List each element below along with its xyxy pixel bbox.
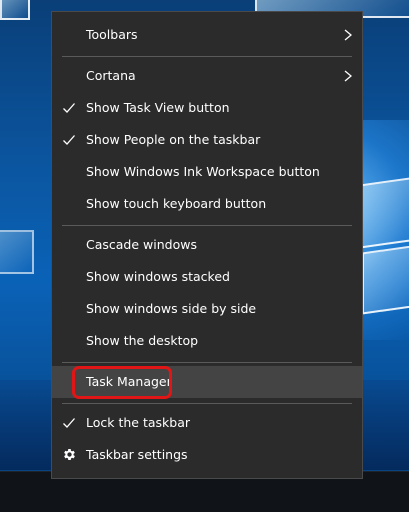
menu-item-windows-side-by-side[interactable]: Show windows side by side: [52, 293, 362, 325]
menu-item-label: Show windows side by side: [86, 301, 257, 316]
menu-item-show-task-view[interactable]: Show Task View button: [52, 92, 362, 124]
menu-item-show-touch-keyboard[interactable]: Show touch keyboard button: [52, 188, 362, 220]
menu-item-show-desktop[interactable]: Show the desktop: [52, 325, 362, 357]
task-manager-highlight: [72, 366, 172, 399]
menu-separator: [62, 362, 352, 363]
menu-item-label: Cortana: [86, 68, 136, 83]
taskbar-context-menu: Toolbars Cortana Show Task View button S…: [51, 11, 363, 479]
wallpaper-pane: [0, 230, 34, 274]
menu-item-label: Toolbars: [86, 27, 138, 42]
menu-separator: [62, 225, 352, 226]
menu-item-label: Show the desktop: [86, 333, 199, 348]
menu-item-label: Cascade windows: [86, 237, 197, 252]
menu-item-windows-stacked[interactable]: Show windows stacked: [52, 261, 362, 293]
menu-item-toolbars[interactable]: Toolbars: [52, 19, 362, 51]
menu-item-lock-taskbar[interactable]: Lock the taskbar: [52, 407, 362, 439]
menu-separator: [62, 56, 352, 57]
menu-item-label: Show People on the taskbar: [86, 132, 261, 147]
menu-item-label: Show windows stacked: [86, 269, 230, 284]
wallpaper-pane: [362, 243, 409, 315]
gear-icon: [64, 449, 75, 460]
chevron-right-icon: [344, 29, 352, 41]
menu-item-label: Show Task View button: [86, 100, 230, 115]
menu-item-cortana[interactable]: Cortana: [52, 60, 362, 92]
menu-item-label: Show Windows Ink Workspace button: [86, 164, 320, 179]
menu-item-cascade-windows[interactable]: Cascade windows: [52, 229, 362, 261]
checkmark-icon: [63, 418, 75, 428]
menu-item-taskbar-settings[interactable]: Taskbar settings: [52, 439, 362, 471]
wallpaper-pane: [360, 175, 409, 249]
chevron-right-icon: [344, 70, 352, 82]
menu-item-label: Taskbar settings: [86, 447, 188, 462]
menu-item-label: Show touch keyboard button: [86, 196, 267, 211]
menu-separator: [62, 403, 352, 404]
checkmark-icon: [63, 103, 75, 113]
checkmark-icon: [63, 135, 75, 145]
wallpaper-pane: [0, 0, 30, 20]
menu-item-show-ink-workspace[interactable]: Show Windows Ink Workspace button: [52, 156, 362, 188]
menu-item-show-people[interactable]: Show People on the taskbar: [52, 124, 362, 156]
menu-item-label: Lock the taskbar: [86, 415, 191, 430]
